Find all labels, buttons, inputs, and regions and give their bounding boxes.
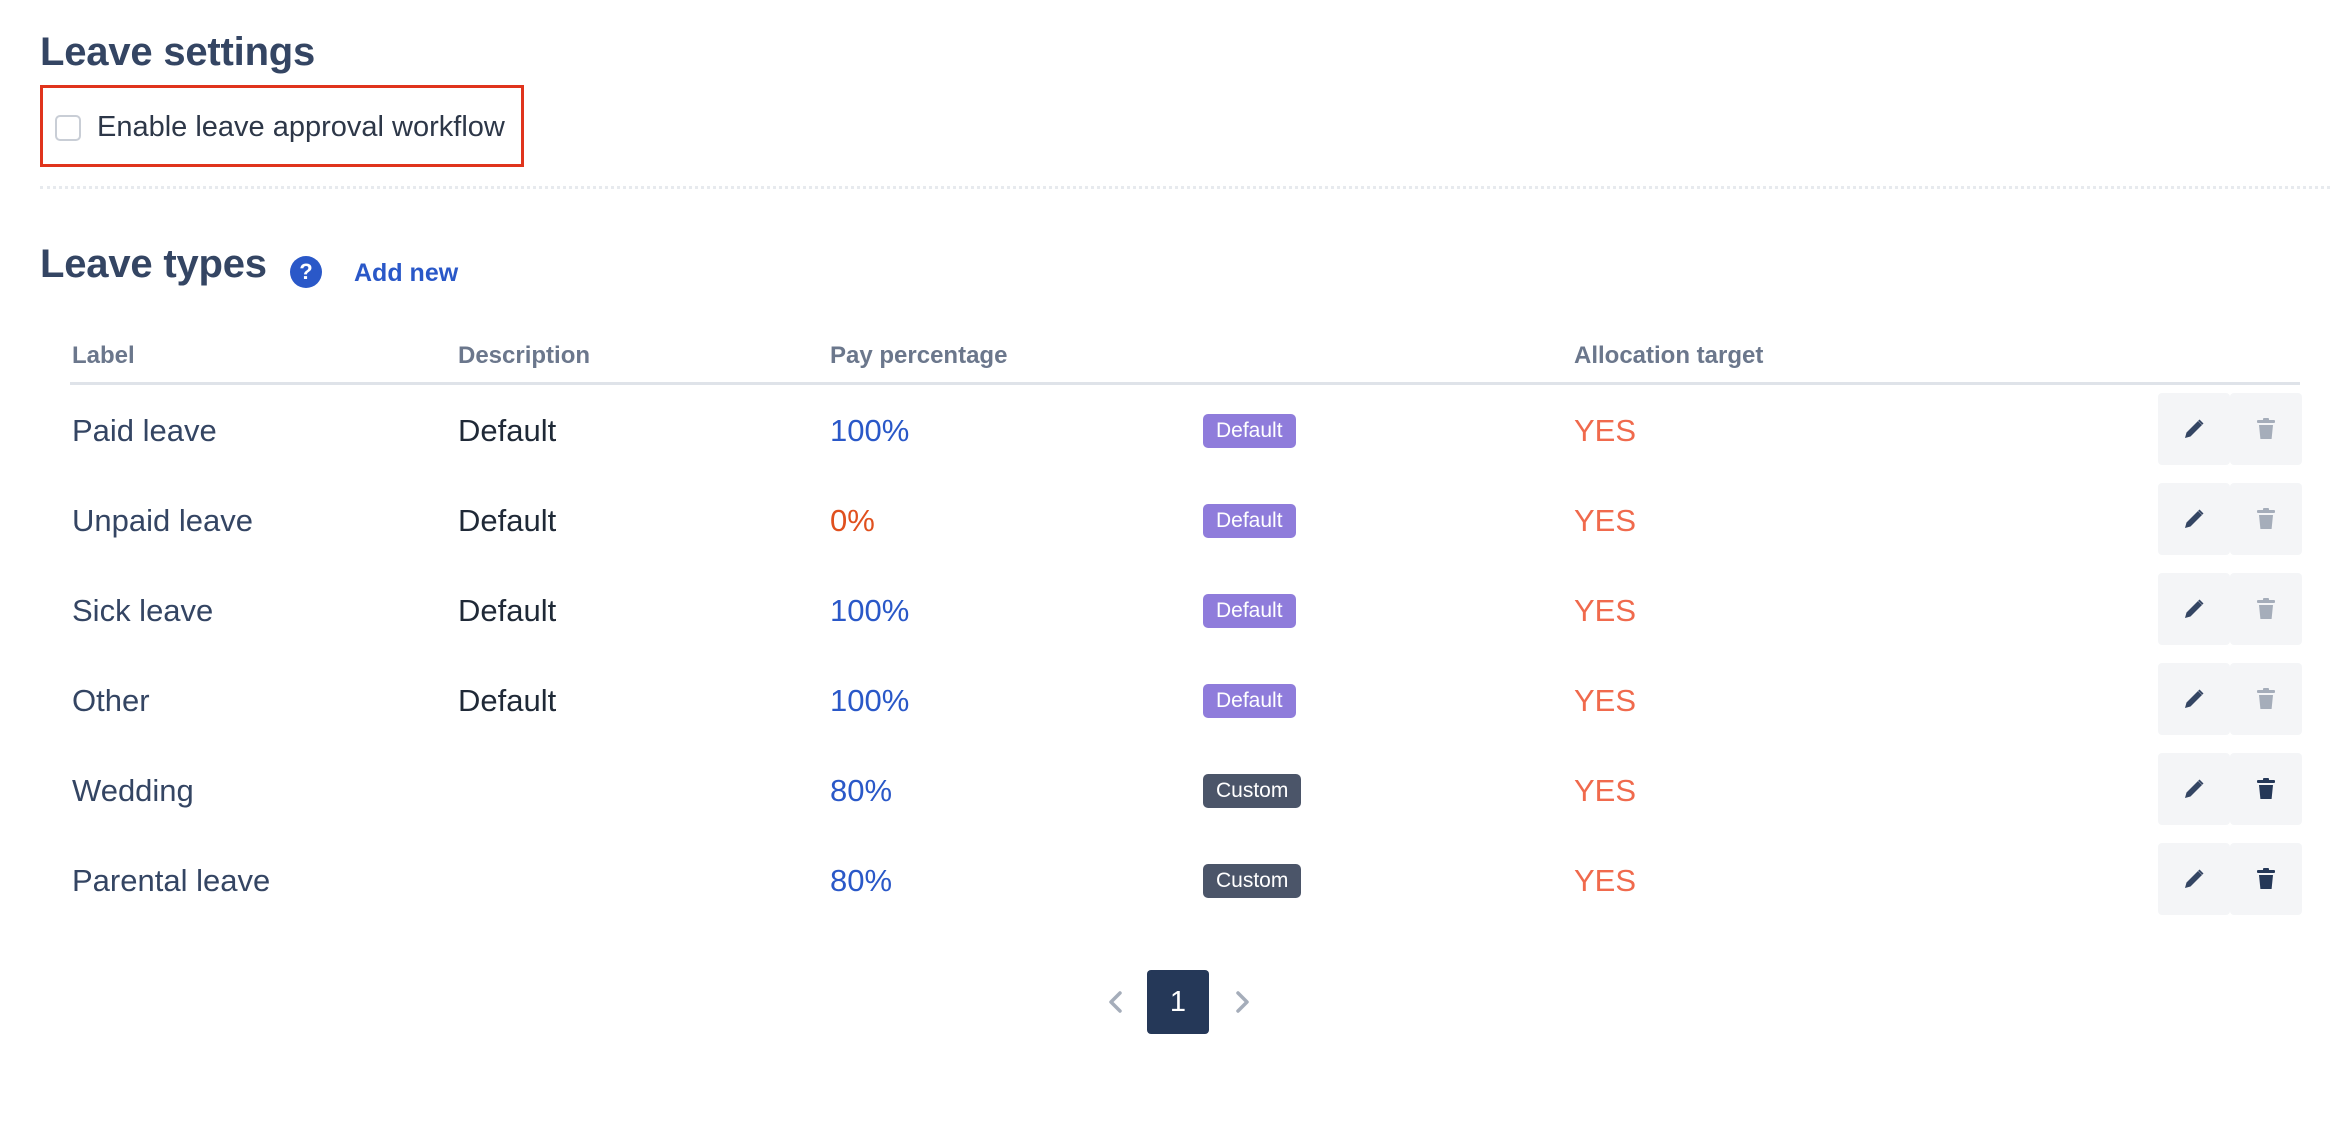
approval-workflow-highlight: Enable leave approval workflow <box>40 85 524 167</box>
pencil-icon <box>2185 419 2204 438</box>
edit-button[interactable] <box>2158 753 2230 825</box>
delete-button[interactable] <box>2230 663 2302 735</box>
table-row: Parental leave 80% Custom YES <box>70 843 2302 919</box>
trash-icon <box>2257 598 2275 619</box>
edit-button[interactable] <box>2158 573 2230 645</box>
row-allocation-target: YES <box>1574 413 1637 448</box>
pagination: 1 <box>1100 970 1260 1034</box>
leave-settings-page: Leave settings Enable leave approval wor… <box>0 0 2352 1136</box>
trash-icon <box>2257 508 2275 529</box>
row-pay-percentage: 80% <box>830 863 893 898</box>
custom-badge: Custom <box>1203 774 1302 808</box>
default-badge: Default <box>1203 684 1296 718</box>
row-label: Paid leave <box>72 413 217 448</box>
default-badge: Default <box>1203 414 1296 448</box>
row-pay-percentage: 0% <box>830 503 875 538</box>
delete-button[interactable] <box>2230 393 2302 465</box>
table-row: Sick leave Default 100% Default YES <box>70 573 2302 649</box>
row-label: Other <box>72 683 150 718</box>
add-new-link[interactable]: Add new <box>354 259 458 288</box>
table-row: Other Default 100% Default YES <box>70 663 2302 739</box>
approval-workflow-label[interactable]: Enable leave approval workflow <box>97 111 505 144</box>
table-header: Label Description Pay percentage Allocat… <box>70 342 2300 385</box>
row-description: Default <box>458 683 557 718</box>
edit-button[interactable] <box>2158 843 2230 915</box>
edit-button[interactable] <box>2158 483 2230 555</box>
column-header-label: Label <box>72 342 135 369</box>
table-row: Paid leave Default 100% Default YES <box>70 393 2302 469</box>
delete-button[interactable] <box>2230 753 2302 825</box>
row-label: Parental leave <box>72 863 271 898</box>
chevron-right-icon[interactable] <box>1226 986 1258 1018</box>
delete-button[interactable] <box>2230 573 2302 645</box>
approval-workflow-checkbox[interactable] <box>55 115 81 141</box>
row-pay-percentage: 80% <box>830 773 893 808</box>
column-header-allocation-target: Allocation target <box>1574 342 1764 369</box>
table-row: Wedding 80% Custom YES <box>70 753 2302 829</box>
row-description: Default <box>458 413 557 448</box>
row-allocation-target: YES <box>1574 503 1637 538</box>
pencil-icon <box>2185 599 2204 618</box>
delete-button[interactable] <box>2230 843 2302 915</box>
pencil-icon <box>2185 779 2204 798</box>
row-allocation-target: YES <box>1574 683 1637 718</box>
row-description: Default <box>458 593 557 628</box>
row-pay-percentage: 100% <box>830 683 910 718</box>
column-header-pay-percentage: Pay percentage <box>830 342 1008 369</box>
pencil-icon <box>2185 689 2204 708</box>
row-label: Sick leave <box>72 593 214 628</box>
row-allocation-target: YES <box>1574 863 1637 898</box>
row-pay-percentage: 100% <box>830 593 910 628</box>
row-label: Wedding <box>72 773 194 808</box>
edit-button[interactable] <box>2158 663 2230 735</box>
page-button-current[interactable]: 1 <box>1147 970 1209 1034</box>
table-row: Unpaid leave Default 0% Default YES <box>70 483 2302 559</box>
row-allocation-target: YES <box>1574 773 1637 808</box>
delete-button[interactable] <box>2230 483 2302 555</box>
leave-settings-title: Leave settings <box>40 30 316 74</box>
pencil-icon <box>2185 509 2204 528</box>
column-header-description: Description <box>458 342 591 369</box>
row-label: Unpaid leave <box>72 503 253 538</box>
pencil-icon <box>2185 869 2204 888</box>
help-icon[interactable]: ? <box>290 256 322 288</box>
custom-badge: Custom <box>1203 864 1302 898</box>
trash-icon <box>2257 868 2275 889</box>
default-badge: Default <box>1203 594 1296 628</box>
chevron-left-icon[interactable] <box>1100 986 1132 1018</box>
trash-icon <box>2257 688 2275 709</box>
row-pay-percentage: 100% <box>830 413 910 448</box>
edit-button[interactable] <box>2158 393 2230 465</box>
trash-icon <box>2257 418 2275 439</box>
row-allocation-target: YES <box>1574 593 1637 628</box>
default-badge: Default <box>1203 504 1296 538</box>
trash-icon <box>2257 778 2275 799</box>
section-divider <box>40 186 2330 189</box>
row-description: Default <box>458 503 557 538</box>
leave-types-title: Leave types <box>40 242 267 286</box>
